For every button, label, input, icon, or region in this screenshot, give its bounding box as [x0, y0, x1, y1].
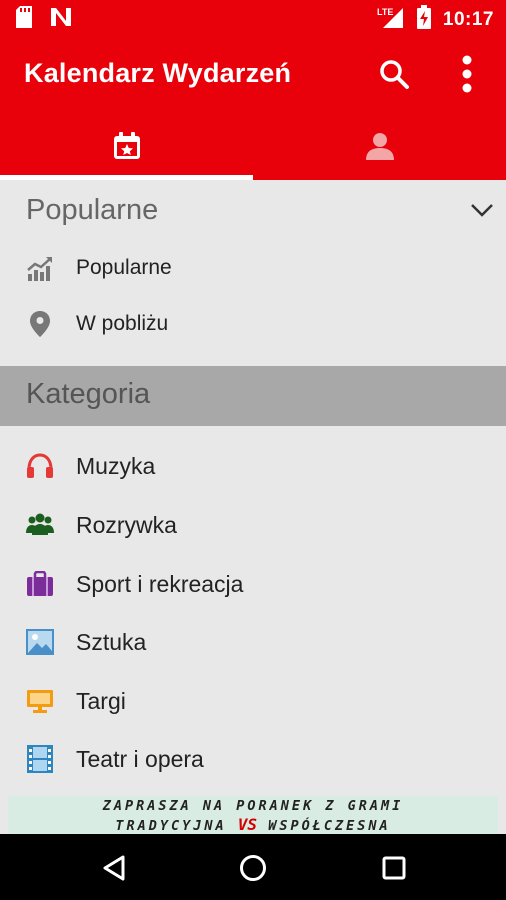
popular-section-header[interactable]: Popularne — [0, 180, 506, 242]
category-section-header: Kategoria — [0, 366, 506, 426]
ad-text-left: TRADYCYJNA — [115, 818, 227, 834]
category-item-fairs[interactable]: Targi — [0, 673, 506, 729]
film-strip-icon — [26, 745, 54, 773]
tab-bar — [0, 112, 506, 180]
home-button[interactable] — [233, 848, 273, 888]
category-item-music[interactable]: Muzyka — [0, 438, 506, 494]
notification-n-icon — [50, 6, 72, 33]
more-options-button[interactable] — [447, 54, 487, 94]
briefcase-icon — [26, 570, 54, 598]
category-item-art[interactable]: Sztuka — [0, 614, 506, 670]
monitor-icon — [26, 687, 54, 715]
search-button[interactable] — [374, 54, 414, 94]
category-label: Rozrywka — [76, 511, 177, 538]
category-item-theatre[interactable]: Teatr i opera — [0, 731, 506, 787]
recents-icon — [382, 856, 406, 880]
status-time: 10:17 — [442, 8, 494, 30]
category-item-entertainment[interactable]: Rozrywka — [0, 497, 506, 553]
people-group-icon — [26, 511, 54, 539]
app-title: Kalendarz Wydarzeń — [24, 58, 292, 88]
back-button[interactable] — [94, 848, 134, 888]
tab-calendar[interactable] — [0, 112, 253, 180]
person-icon — [365, 133, 394, 160]
list-item-popular[interactable]: Popularne — [0, 240, 506, 296]
status-bar: LTE 10:17 — [0, 0, 506, 36]
list-item-label: Popularne — [76, 256, 172, 279]
battery-charging-icon — [416, 5, 431, 34]
category-label: Sztuka — [76, 628, 147, 655]
trending-chart-icon — [26, 254, 54, 282]
svg-text:LTE: LTE — [377, 7, 393, 17]
app-bar: Kalendarz Wydarzeń — [0, 36, 506, 112]
picture-icon — [26, 628, 54, 656]
ad-line-2: TRADYCYJNA VS WSPÓŁCZESNA — [8, 815, 498, 834]
system-nav-bar — [0, 834, 506, 900]
category-section-title: Kategoria — [26, 378, 151, 410]
ad-line-1: ZAPRASZA NA PORANEK Z GRAMI — [102, 798, 404, 814]
home-icon — [240, 855, 266, 881]
category-label: Muzyka — [76, 452, 156, 479]
calendar-icon — [113, 132, 140, 159]
signal-icon: LTE — [377, 6, 405, 33]
sd-card-icon — [16, 6, 32, 33]
ad-text-vs: VS — [237, 815, 258, 834]
list-item-label: W pobliżu — [76, 312, 169, 335]
recents-button[interactable] — [374, 848, 414, 888]
chevron-down-icon — [471, 204, 493, 217]
category-label: Teatr i opera — [76, 745, 204, 772]
ad-banner[interactable]: ZAPRASZA NA PORANEK Z GRAMI TRADYCYJNA V… — [8, 796, 498, 834]
ad-text-right: WSPÓŁCZESNA — [268, 818, 391, 834]
category-item-sport[interactable]: Sport i rekreacja — [0, 556, 506, 612]
tab-profile[interactable] — [253, 112, 506, 180]
headphones-icon — [26, 452, 54, 480]
category-label: Targi — [76, 687, 126, 714]
more-vert-icon — [462, 55, 472, 93]
category-label: Sport i rekreacja — [76, 570, 244, 597]
search-icon — [380, 60, 409, 89]
location-pin-icon — [26, 310, 54, 338]
list-item-nearby[interactable]: W pobliżu — [0, 296, 506, 352]
back-icon — [103, 855, 125, 881]
popular-section-title: Popularne — [26, 194, 159, 226]
